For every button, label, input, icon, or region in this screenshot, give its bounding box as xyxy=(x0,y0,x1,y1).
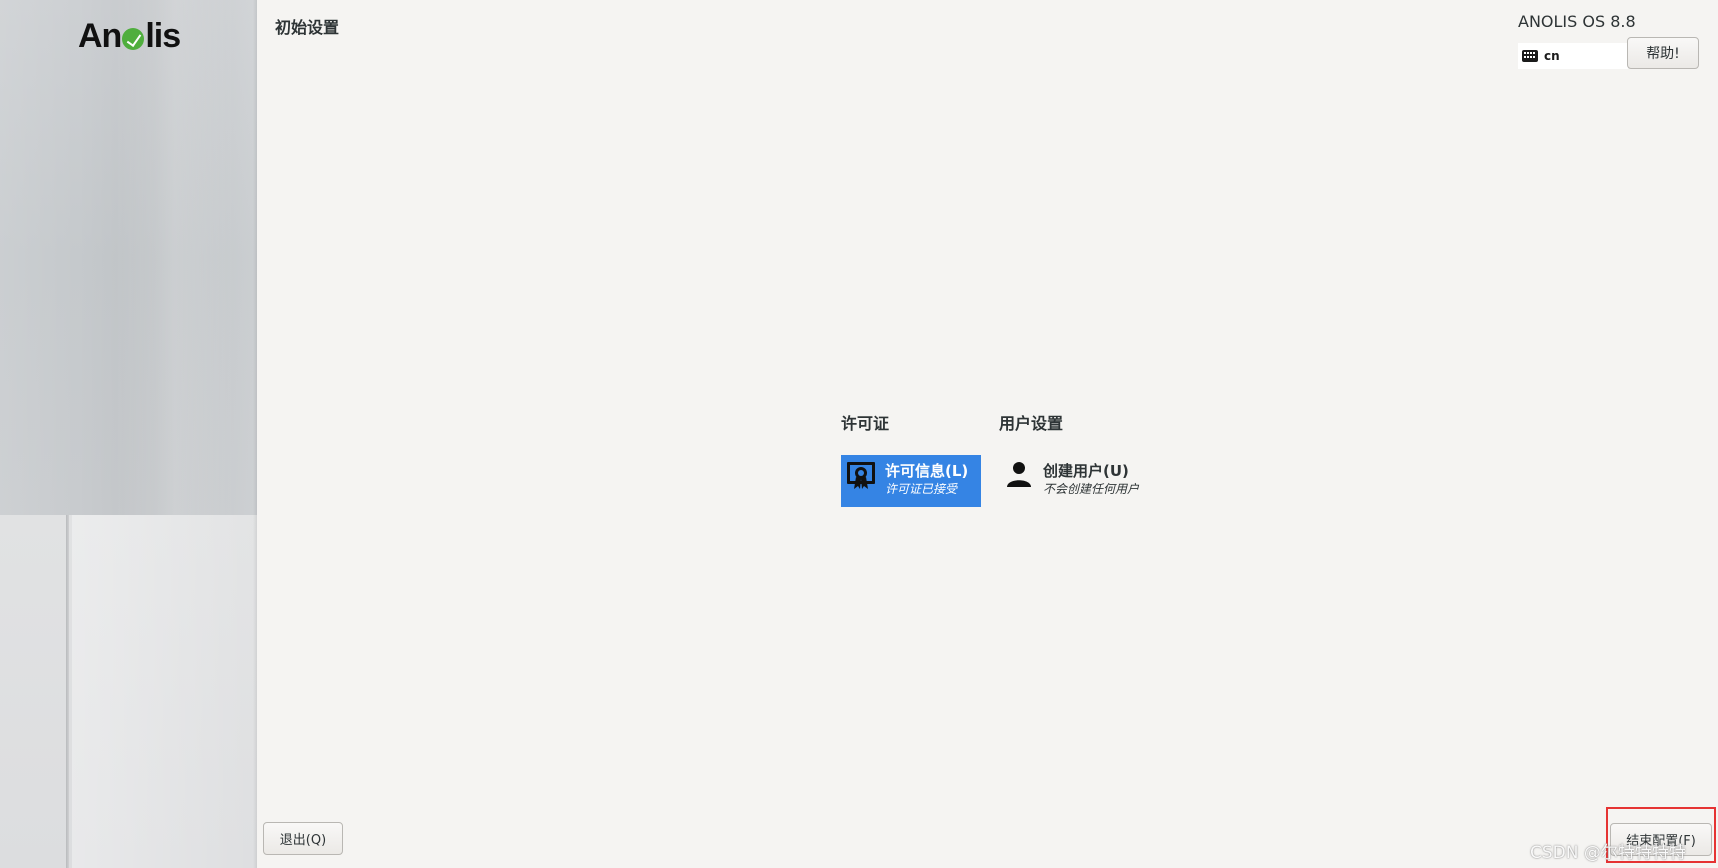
keyboard-icon xyxy=(1522,50,1538,62)
help-button[interactable]: 帮助! xyxy=(1627,37,1699,69)
leaf-icon xyxy=(122,28,145,50)
sidebar-edge xyxy=(253,0,257,868)
spoke-license-info[interactable]: 许可信息(L) 许可证已接受 xyxy=(841,455,981,507)
sidebar-background-top xyxy=(0,0,257,515)
page-title: 初始设置 xyxy=(275,18,340,37)
category-title-license: 许可证 xyxy=(841,414,890,433)
logo-text-right: lis xyxy=(145,16,181,55)
sidebar-light xyxy=(72,515,257,868)
watermark: CSDN @尔特特特特 xyxy=(1530,843,1686,863)
sidebar-seam xyxy=(66,515,69,868)
keyboard-layout-indicator[interactable]: cn xyxy=(1518,43,1628,69)
user-icon xyxy=(1007,462,1031,487)
category-title-user-settings: 用户设置 xyxy=(999,414,1064,433)
quit-button[interactable]: 退出(Q) xyxy=(263,822,343,855)
spoke-create-user-status: 不会创建任何用户 xyxy=(1043,482,1140,496)
spoke-create-user-text: 创建用户(U) 不会创建任何用户 xyxy=(1043,459,1139,497)
license-certificate-icon xyxy=(847,462,875,489)
os-name: ANOLIS OS 8.8 xyxy=(1518,12,1636,31)
spoke-license-text: 许可信息(L) 许可证已接受 xyxy=(885,459,968,497)
logo-text-left: An xyxy=(78,16,122,55)
spoke-license-status: 许可证已接受 xyxy=(885,482,958,496)
anolis-logo: An lis xyxy=(78,16,181,56)
spoke-license-title: 许可信息(L) xyxy=(885,462,969,480)
sidebar-background-bottom xyxy=(0,515,257,868)
keyboard-layout-label: cn xyxy=(1544,49,1560,63)
spoke-create-user[interactable]: 创建用户(U) 不会创建任何用户 xyxy=(999,455,1159,507)
spoke-create-user-title: 创建用户(U) xyxy=(1043,462,1129,480)
sidebar-fold xyxy=(115,0,235,515)
sidebar: An lis xyxy=(0,0,257,868)
